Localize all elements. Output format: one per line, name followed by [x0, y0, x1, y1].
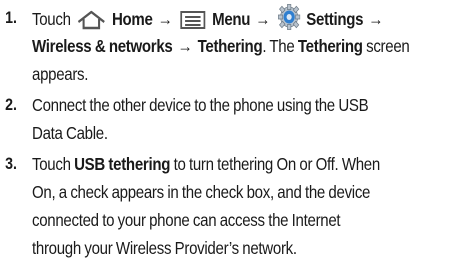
arrow: → — [157, 9, 173, 29]
appears-text: appears. — [32, 64, 89, 84]
step-2: 2. Connect the other device to the phone… — [0, 91, 469, 147]
menu-label: Menu — [212, 9, 251, 29]
tethering-label: Tethering — [197, 36, 263, 56]
step-1-text: Touch Home → Menu → Settings → Wireless … — [32, 4, 410, 88]
settings-label: Settings — [306, 9, 364, 29]
step-number: 3. — [5, 155, 17, 173]
usb-tethering-label: USB tethering — [74, 154, 171, 174]
step-number: 2. — [5, 96, 17, 114]
arrow: → — [177, 36, 193, 56]
arrow: → — [368, 9, 384, 29]
step-3-text: Touch USB tethering to turn tethering On… — [32, 154, 380, 258]
step-number: 1. — [5, 9, 17, 27]
step-1: 1. Touch Home → Menu → Settings → Wirele… — [0, 4, 469, 88]
step-3: 3. Touch USB tethering to turn tethering… — [0, 150, 469, 262]
touch-text: Touch — [32, 9, 71, 29]
wireless-networks-label: Wireless & networks — [32, 36, 173, 56]
tethering-screen-label: Tethering — [297, 36, 363, 56]
step-2-text: Connect the other device to the phone us… — [32, 95, 369, 143]
arrow: → — [255, 9, 271, 29]
instruction-steps: 1. Touch Home → Menu → Settings → Wirele… — [0, 0, 469, 268]
home-label: Home — [111, 9, 153, 29]
